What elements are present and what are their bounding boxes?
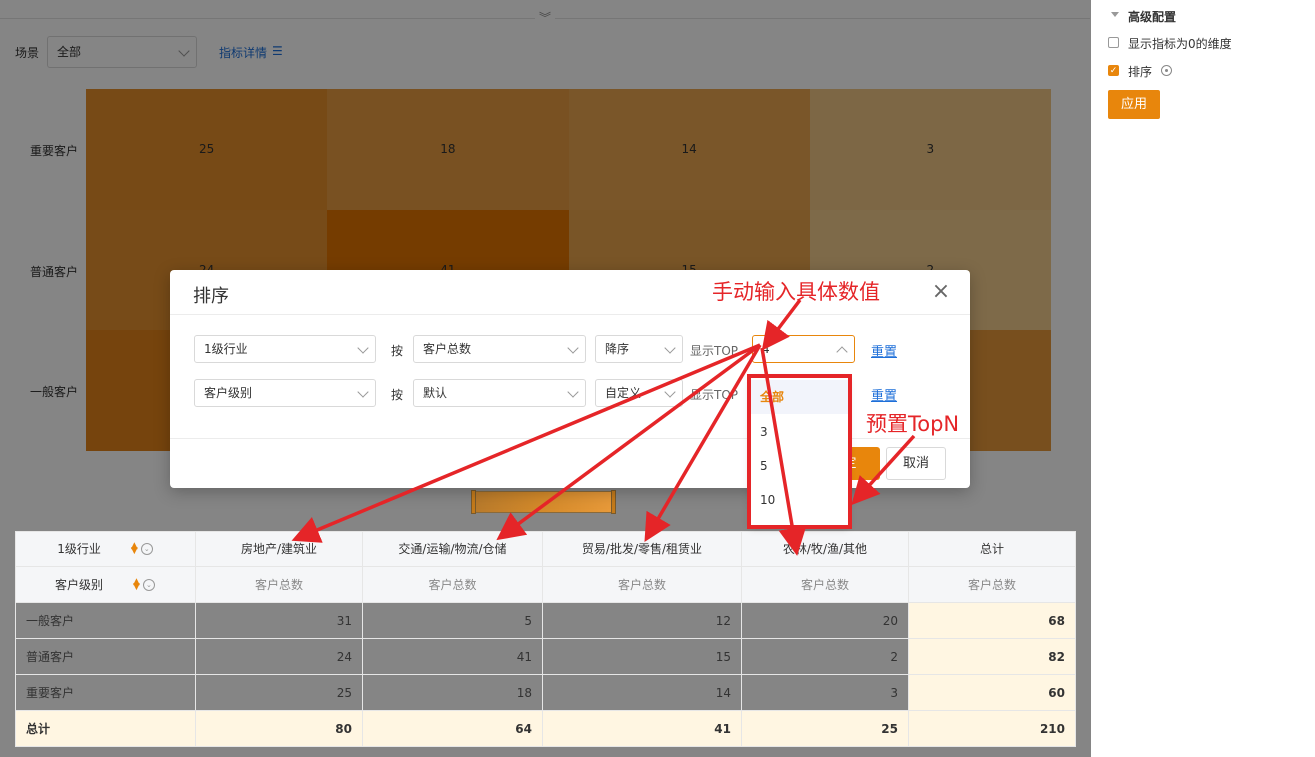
- arrow-to-col1: [291, 343, 761, 543]
- annotation-preset-topn: 预置TopN: [866, 412, 960, 436]
- arrow-to-dropdown: [851, 434, 916, 506]
- arrow-to-col3: [644, 344, 762, 543]
- annotation-arrows: [291, 298, 916, 556]
- arrow-to-col4: [760, 347, 807, 556]
- annotation-manual-input: 手动输入具体数值: [712, 280, 880, 304]
- arrow-to-input: [761, 298, 802, 351]
- arrow-to-col2: [496, 343, 762, 541]
